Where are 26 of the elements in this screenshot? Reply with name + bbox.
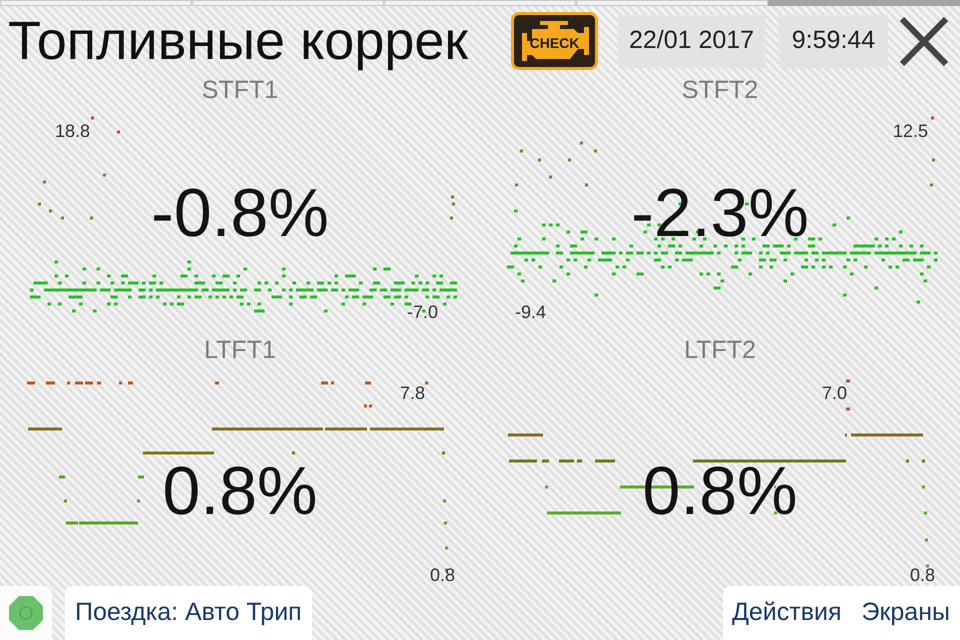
gauge-title: STFT2 <box>682 76 758 104</box>
time-display: 9:59:44 <box>779 14 888 68</box>
gauge-value: -0.8% <box>151 179 329 247</box>
peak-point <box>931 116 934 120</box>
gauge-title: LTFT1 <box>204 336 276 364</box>
gauge-title: LTFT2 <box>684 336 756 364</box>
trip-button[interactable]: Поездка: Авто Трип <box>65 586 312 640</box>
max-reading: 12.5 <box>893 121 928 141</box>
menu-link[interactable]: Действия <box>732 594 842 632</box>
check-engine-button[interactable]: CHECK <box>511 12 598 70</box>
close-icon[interactable] <box>898 14 950 68</box>
menu-link[interactable]: Экраны <box>862 594 950 632</box>
gauge-value: 0.8% <box>642 457 798 525</box>
max-reading: 7.0 <box>822 383 848 403</box>
gauge-value: -2.3% <box>631 179 809 247</box>
min-reading: -7.0 <box>407 302 438 322</box>
peak-points <box>91 116 120 134</box>
gauge-value: 0.8% <box>162 457 318 525</box>
min-reading: -9.4 <box>515 302 546 322</box>
min-reading: 0.8 <box>910 565 936 585</box>
date-display: 22/01 2017 <box>618 14 765 68</box>
min-reading: 0.8 <box>430 565 456 585</box>
max-reading: 18.8 <box>55 121 90 141</box>
max-reading: 7.8 <box>400 383 426 403</box>
gauge-title: STFT1 <box>202 76 278 104</box>
page-title: Топливные коррек <box>8 11 468 71</box>
